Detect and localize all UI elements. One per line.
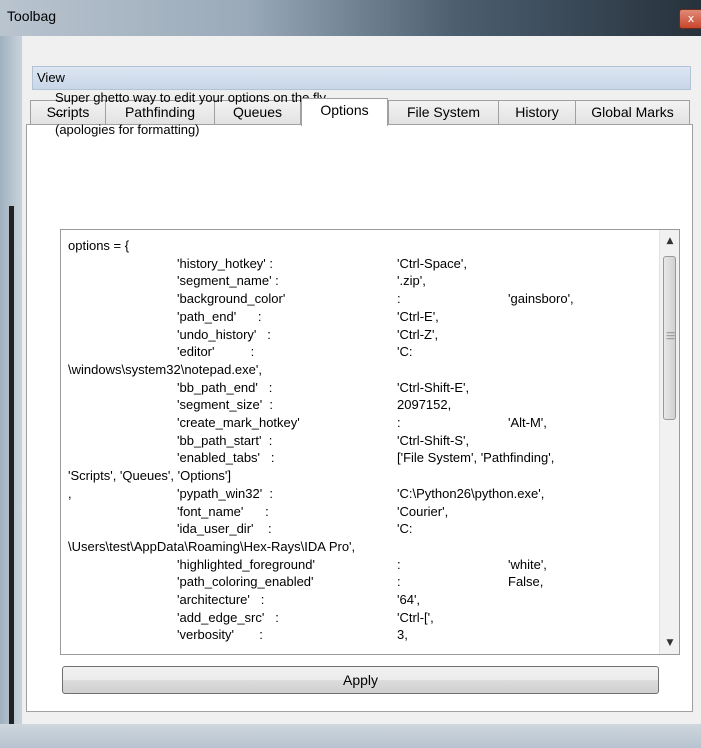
tab-options[interactable]: Options [301,98,388,126]
scrollbar-thumb[interactable]: — — — [663,256,676,420]
code-segment: 'bb_path_start' : [177,432,273,448]
tab-history[interactable]: History [498,100,576,124]
scroll-up-icon[interactable]: ▲ [660,232,679,250]
code-segment: 'Ctrl-Shift-S', [397,432,470,448]
code-segment: 'enabled_tabs' : [177,450,275,466]
apply-button[interactable]: Apply [62,666,659,694]
code-segment: 'pypath_win32' : [177,485,274,501]
code-segment: 'Ctrl-E', [397,308,439,324]
code-segment: ['File System', 'Pathfinding', [397,450,555,466]
code-segment: 'segment_size' : [177,397,274,413]
code-segment: 3, [397,627,408,643]
scroll-down-icon[interactable]: ▼ [660,634,679,652]
tab-global-marks[interactable]: Global Marks [575,100,690,124]
code-segment: 'path_coloring_enabled' [177,574,314,590]
code-segment: 'bb_path_end' : [177,379,273,395]
code-segment: 'font_name' : [177,503,269,519]
code-segment: 'Scripts', 'Queues', 'Options'] [68,468,232,484]
code-segment: '64', [397,592,421,607]
code-segment: : [397,556,401,572]
code-segment: 'Courier', [397,503,449,519]
window-title: Toolbag [7,8,57,24]
view-menu-bar[interactable]: View [32,66,691,90]
code-segment: 'architecture' : [177,592,265,607]
close-icon: x [687,12,695,25]
code-segment: 'Ctrl-Shift-E', [397,379,470,395]
code-segment: 'C: [397,521,413,537]
code-segment: 'C:\Python26\python.exe', [397,485,545,501]
code-segment: : [397,415,401,430]
code-segment: 'white', [508,556,547,572]
code-segment: 'ida_user_dir' : [177,521,272,537]
code-segment: 'C: [397,344,413,360]
code-segment: 'Ctrl-Space', [397,255,467,271]
code-segment: 'Ctrl-Z', [397,326,439,342]
code-segment: 'Ctrl-[', [397,609,434,625]
code-segment: 'history_hotkey' : [177,255,274,271]
title-bar: Toolbag [0,0,701,36]
code-segment: 'background_color' [177,291,286,307]
code-segment: 'add_edge_src' : [177,609,279,625]
code-segment: 'segment_name' : [177,273,279,289]
grip-icon: — — — [666,328,675,344]
code-segment: \windows\system32\notepad.exe', [68,361,262,377]
code-segment: 'Alt-M', [508,415,547,430]
code-segment: 'path_end' : [177,308,262,324]
code-segment: 'highlighted_foreground' [177,556,315,572]
code-segment: 'verbosity' : [177,627,263,643]
code-segment: 'gainsboro', [508,291,574,307]
vertical-scrollbar[interactable]: ▲ — — — ▼ [659,230,679,654]
options-code[interactable]: options = { 'history_hotkey' : 'Ctrl-Space… [61,230,659,654]
code-segment: : [397,574,401,590]
options-text-editor[interactable]: options = { 'history_hotkey' : 'Ctrl-Space… [60,229,680,655]
code-segment: options = { [68,238,130,253]
code-segment: : [397,291,401,307]
window-frame-left [0,36,22,748]
code-segment: , [68,485,72,501]
view-menu[interactable]: View [37,70,65,85]
code-segment: 'create_mark_hotkey' [177,415,300,430]
code-segment: False, [508,574,544,590]
code-segment: 'undo_history' : [177,326,271,342]
options-intro-text: Super ghetto way to edit your options on… [55,90,327,137]
close-button[interactable]: x [679,9,701,29]
code-segment: \Users\test\AppData\Roaming\Hex-Rays\IDA… [68,538,356,554]
code-segment: '.zip', [397,273,426,289]
code-segment: 'editor' : [177,344,255,360]
code-segment: 2097152, [397,397,452,413]
window-frame-bottom [0,724,701,748]
window-client: View Scripts Pathfinding Queues Options … [22,36,701,724]
